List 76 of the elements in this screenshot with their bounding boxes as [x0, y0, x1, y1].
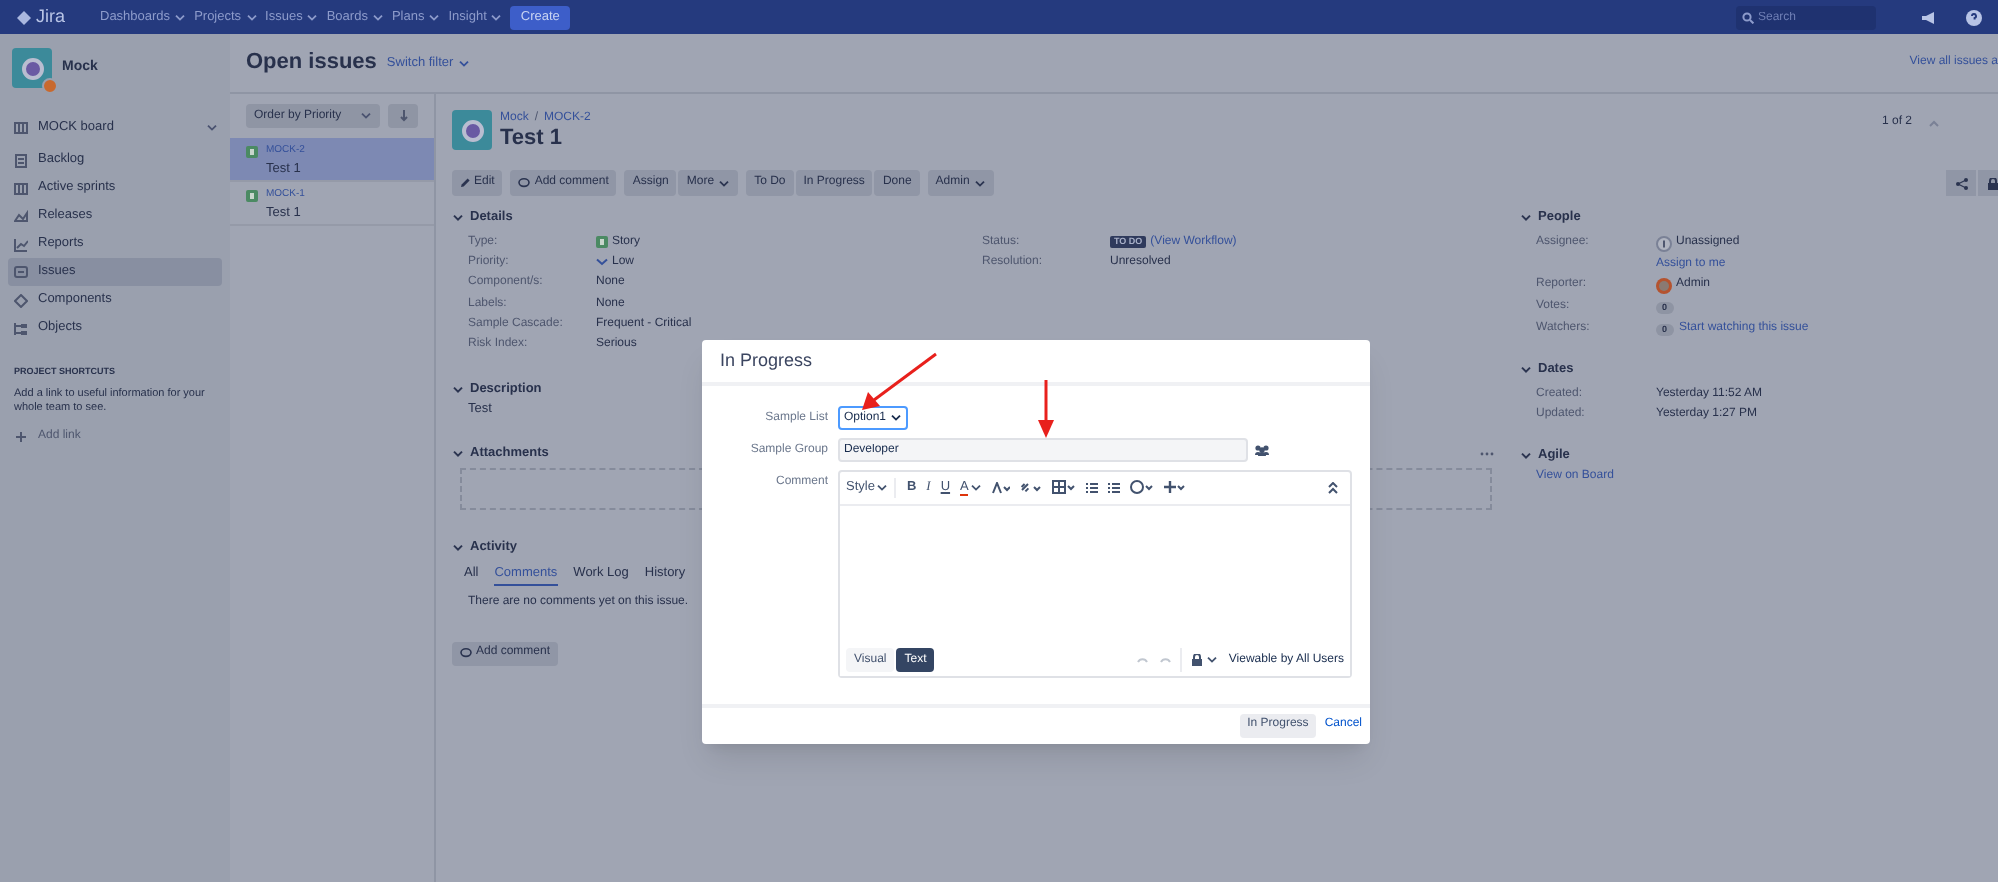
search-icon	[1742, 11, 1754, 23]
components-icon	[14, 293, 28, 307]
story-icon	[246, 146, 258, 158]
backlog-icon	[14, 153, 28, 167]
caret-icon	[457, 59, 470, 67]
caret-icon	[371, 13, 384, 21]
share-icon	[1955, 177, 1967, 189]
priority-low-icon	[596, 258, 608, 267]
caret-icon	[876, 483, 889, 492]
avatar-placeholder-icon	[1656, 235, 1672, 251]
toolbar-button[interactable]	[1052, 480, 1077, 495]
logo-text[interactable]: Jira	[36, 3, 66, 31]
collapse-toolbar-button[interactable]	[1328, 481, 1338, 494]
caret-icon	[970, 483, 983, 492]
numbered-list-icon	[1108, 481, 1121, 494]
comment-icon	[518, 178, 531, 188]
lock-icon	[1192, 654, 1203, 667]
chevron-icon	[452, 214, 464, 222]
chevron-icon	[1520, 366, 1532, 374]
toolbar-button[interactable]	[1086, 481, 1099, 494]
export-button[interactable]	[1978, 170, 1998, 196]
redo-icon	[1160, 656, 1173, 665]
caret-up-icon	[1928, 119, 1940, 127]
sprints-icon	[14, 181, 28, 195]
plus-icon	[1164, 480, 1187, 495]
issues-icon	[14, 265, 28, 279]
emoji-icon	[1130, 480, 1155, 495]
caret-icon	[206, 123, 218, 131]
project-avatar	[12, 48, 52, 88]
more-icon	[1480, 451, 1494, 456]
issue-avatar	[452, 110, 492, 150]
chevron-icon	[452, 449, 464, 458]
caret-icon	[718, 179, 731, 187]
story-icon	[246, 190, 258, 202]
caret-icon	[973, 179, 986, 187]
caret-icon	[306, 13, 319, 21]
sort-arrow-icon	[399, 110, 407, 122]
releases-icon	[14, 209, 28, 223]
dialog-title: In Progress	[720, 347, 813, 374]
chevron-icon	[452, 543, 464, 552]
story-icon	[596, 236, 608, 249]
board-icon	[14, 121, 28, 133]
lock-icon	[1988, 177, 1998, 189]
collapse-icon	[1328, 481, 1338, 494]
logo-icon	[16, 9, 32, 25]
chevron-icon	[452, 385, 464, 394]
toolbar-button[interactable]	[1108, 481, 1121, 494]
issue-title: Test 1	[500, 126, 564, 152]
caret-icon	[490, 13, 503, 21]
objects-icon	[14, 321, 28, 335]
toolbar-button[interactable]	[1130, 480, 1155, 495]
annotation-arrow	[862, 352, 937, 410]
caret-icon	[174, 13, 187, 21]
comment-icon	[460, 648, 472, 659]
group-picker-icon	[1254, 444, 1270, 456]
toolbar-button[interactable]	[1164, 480, 1187, 495]
table-icon	[1052, 480, 1077, 495]
caret-icon	[890, 414, 903, 422]
annotation-arrow	[1038, 380, 1054, 438]
caret-icon	[245, 13, 258, 21]
chevron-icon	[1520, 214, 1532, 222]
help-icon	[1966, 9, 1982, 25]
page-title: Open issues	[246, 48, 377, 79]
reports-icon	[14, 237, 28, 251]
caret-icon	[428, 13, 441, 21]
bullet-list-icon	[1086, 481, 1099, 494]
undo-icon	[1136, 656, 1149, 665]
megaphone-icon	[1920, 9, 1938, 25]
pencil-icon	[460, 178, 470, 188]
plus-icon	[16, 431, 26, 442]
caret-icon	[1206, 656, 1219, 665]
share-button[interactable]	[1946, 170, 1976, 196]
sort-button[interactable]	[388, 104, 418, 128]
user-avatar-icon	[1656, 277, 1672, 293]
chevron-icon	[1520, 452, 1532, 460]
caret-icon	[360, 112, 372, 120]
